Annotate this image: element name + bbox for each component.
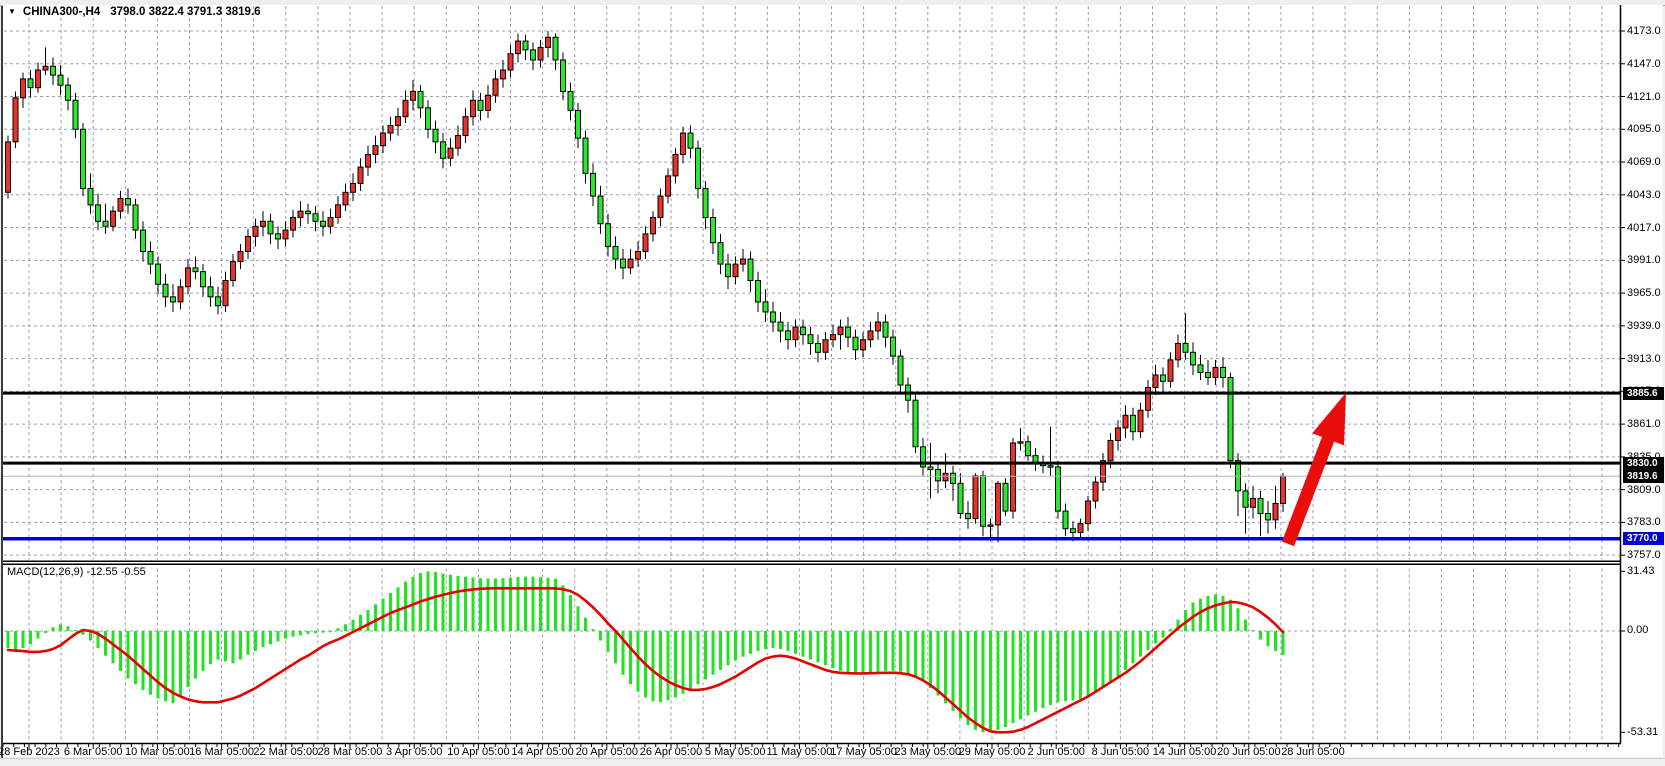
price-tick-label: 3757.0 [1627, 549, 1661, 561]
symbol-label: CHINA300-,H4 [23, 6, 100, 18]
date-label: 28 Mar 05:00 [318, 746, 383, 758]
date-label: 29 May 05:00 [959, 746, 1026, 758]
price-tick-label: 3861.0 [1627, 418, 1661, 430]
date-label: 5 May 05:00 [705, 746, 766, 758]
price-tick-label: 4017.0 [1627, 222, 1661, 234]
price-tick-label: 3809.0 [1627, 484, 1661, 496]
date-label: 17 May 05:00 [830, 746, 897, 758]
price-line-badge: 3819.6 [1623, 470, 1664, 483]
date-label: 10 Mar 05:00 [125, 746, 190, 758]
price-tick-label: 3783.0 [1627, 516, 1661, 528]
price-tick-label: 4069.0 [1627, 156, 1661, 168]
date-label: 20 Jun 05:00 [1217, 746, 1281, 758]
macd-scale-max: 31.43 [1627, 565, 1655, 577]
price-tick-label: 4173.0 [1627, 25, 1661, 37]
price-tick-label: 3913.0 [1627, 353, 1661, 365]
date-label: 20 Apr 05:00 [576, 746, 638, 758]
date-label: 28 Jun 05:00 [1281, 746, 1345, 758]
date-label: 14 Jun 05:00 [1153, 746, 1217, 758]
macd-scale-zero: 0.00 [1627, 624, 1648, 636]
chevron-down-icon[interactable]: ▼ [8, 7, 16, 16]
date-label: 10 Apr 05:00 [447, 746, 509, 758]
date-label: 8 Jun 05:00 [1092, 746, 1150, 758]
symbol-title: ▼ CHINA300-,H4 3798.0 3822.4 3791.3 3819.6 [8, 6, 261, 18]
price-tick-label: 3939.0 [1627, 320, 1661, 332]
date-label: 26 Apr 05:00 [640, 746, 702, 758]
macd-scale-min: -53.31 [1627, 726, 1658, 738]
price-tick-label: 4121.0 [1627, 91, 1661, 103]
date-label: 14 Apr 05:00 [511, 746, 573, 758]
price-line-badge: 3830.0 [1623, 457, 1664, 470]
macd-indicator-label: MACD(12,26,9) -12.55 -0.55 [7, 566, 146, 578]
date-label: 23 May 05:00 [894, 746, 961, 758]
price-line-badge: 3885.6 [1623, 387, 1664, 400]
date-label: 2 Jun 05:00 [1027, 746, 1085, 758]
chart-canvas[interactable] [0, 0, 1665, 765]
ohlc-values: 3798.0 3822.4 3791.3 3819.6 [110, 6, 260, 18]
price-tick-label: 4095.0 [1627, 123, 1661, 135]
price-tick-label: 3965.0 [1627, 287, 1661, 299]
price-tick-label: 3991.0 [1627, 254, 1661, 266]
date-label: 16 Mar 05:00 [189, 746, 254, 758]
date-label: 6 Mar 05:00 [64, 746, 123, 758]
chart-window: ▼ CHINA300-,H4 3798.0 3822.4 3791.3 3819.6… [0, 0, 1665, 765]
price-line-badge: 3770.0 [1623, 532, 1664, 545]
price-tick-label: 4147.0 [1627, 58, 1661, 70]
date-label: 22 Mar 05:00 [253, 746, 318, 758]
date-label: 3 Apr 05:00 [386, 746, 442, 758]
date-label: 28 Feb 2023 [0, 746, 60, 758]
price-tick-label: 4043.0 [1627, 189, 1661, 201]
date-label: 11 May 05:00 [766, 746, 832, 758]
